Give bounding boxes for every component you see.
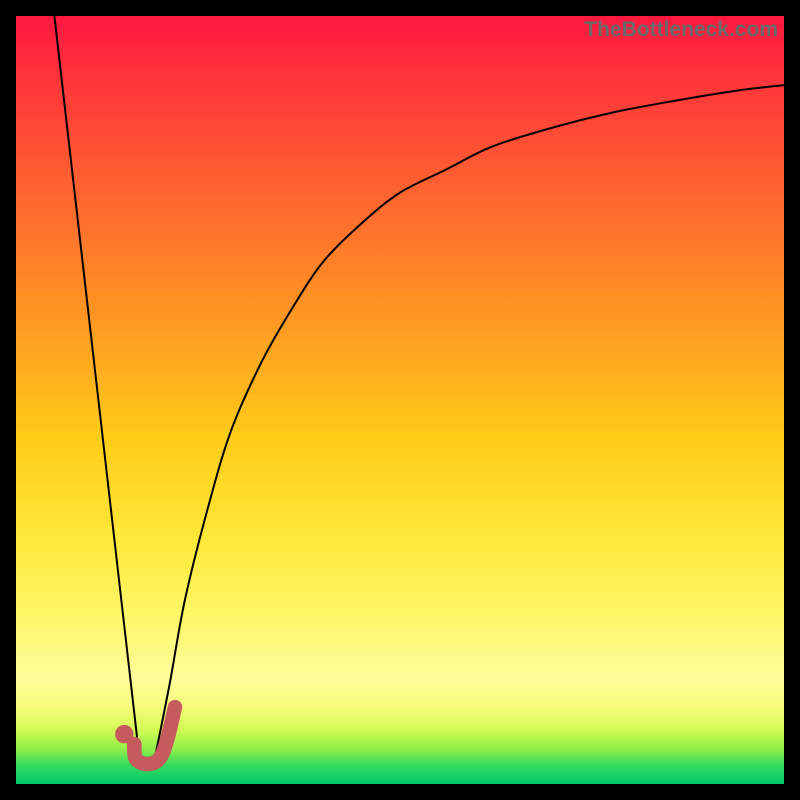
j-marker-hook xyxy=(134,707,175,764)
right-branch-curve xyxy=(154,85,784,761)
watermark-text: TheBottleneck.com xyxy=(584,18,778,42)
chart-svg xyxy=(16,16,784,784)
outer-frame: TheBottleneck.com xyxy=(0,0,800,800)
left-branch-line xyxy=(54,16,138,753)
j-marker-dot xyxy=(115,725,133,743)
plot-area: TheBottleneck.com xyxy=(16,16,784,784)
